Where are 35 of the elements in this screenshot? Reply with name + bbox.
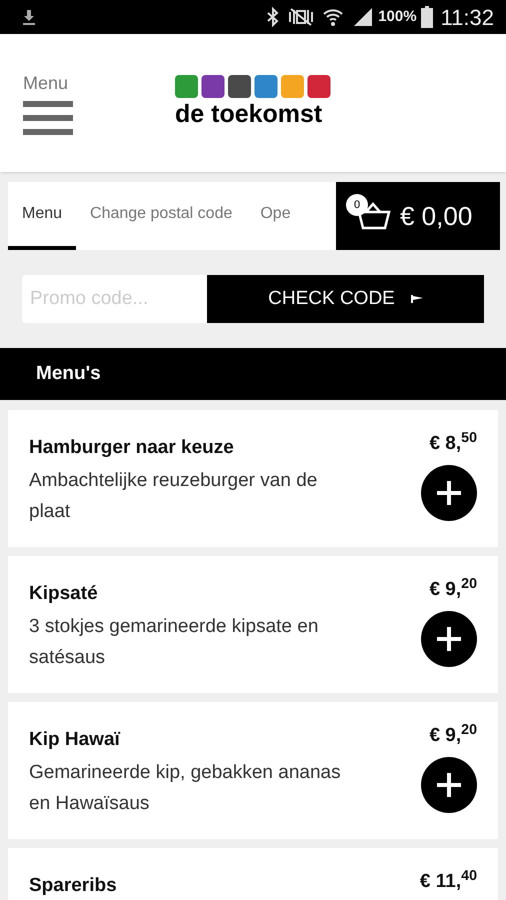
flag-icon [410,295,423,303]
item-price: € 9,$^{20}$ [429,576,477,602]
plus-icon [435,478,463,506]
wifi-icon [322,7,344,27]
item-price: € 9,$^{20}$ [429,722,477,748]
tab[interactable]: Change postal code [76,182,246,250]
item-name: Spareribs [29,874,118,898]
battery-percent: 100% [378,6,417,27]
logo-text: de toekomst [175,99,322,130]
section-title: Menu's [36,362,101,386]
tab[interactable]: Menu [8,182,76,250]
menu-button[interactable]: Menu [23,70,73,136]
plus-icon [435,624,463,652]
tab[interactable]: Ope [246,182,305,250]
signal-icon [352,7,374,27]
item-description: 3 stokjes gemarineerde kipsate en satésaus [29,614,320,670]
basket-icon [356,202,392,230]
clock: 11:32 [440,4,494,32]
item-name: Kipsaté [29,582,99,606]
battery-icon [420,6,433,28]
item-price: € 11,$^{40}$ [420,868,477,894]
item-name: Kip Hawaï [29,728,122,752]
logo-icon [175,75,331,100]
check-code-button[interactable]: CHECK CODE [207,275,484,323]
plus-icon [435,770,463,798]
item-description: Gemarineerde kip, gebakken ananas en Hawaïsaus [29,760,342,816]
vibrate-off-icon [288,8,314,26]
cart-button[interactable]: 0 € 0,00 [336,182,500,250]
cart-count: 0 [346,194,368,216]
download-icon [20,8,38,26]
bluetooth-icon [266,7,280,27]
item-name: Hamburger naar keuze [29,436,235,460]
menu-icon [23,100,73,136]
item-price: € 8,$^{50}$ [429,430,477,456]
item-description: Ambachtelijke reuzeburger van de plaat [29,468,318,524]
